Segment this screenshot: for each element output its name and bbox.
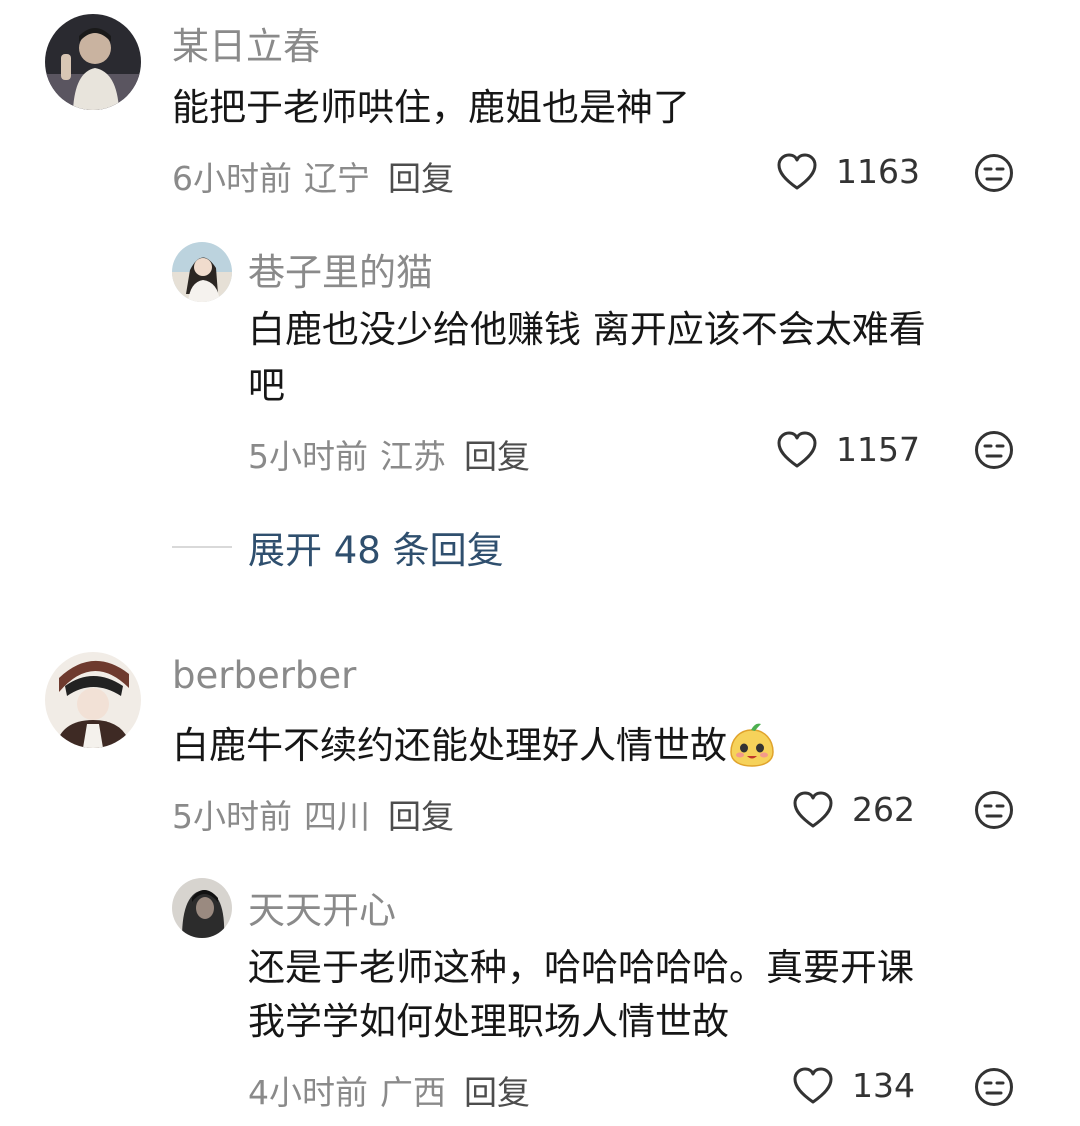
divider: [172, 546, 232, 548]
avatar[interactable]: [45, 652, 141, 748]
dislike-button[interactable]: [974, 153, 1014, 197]
comment-text-content: 白鹿牛不续约还能处理好人情世故: [172, 724, 727, 767]
expand-replies-link[interactable]: 展开 48 条回复: [172, 520, 504, 574]
comment-text: 白鹿牛不续约还能处理好人情世故: [172, 718, 775, 784]
heart-outline-icon: [793, 1067, 833, 1103]
reply-time: 4小时前: [248, 1073, 368, 1112]
reply-like-count: 1157: [836, 430, 920, 469]
reply-text-line2: 我学学如何处理职场人情世故: [248, 1000, 729, 1043]
comment-time: 5小时前: [172, 797, 292, 836]
reply-location: 广西: [380, 1073, 446, 1112]
reply-button[interactable]: 回复: [388, 790, 454, 838]
reply-reply-button[interactable]: 回复: [464, 430, 530, 478]
reply-dislike-button[interactable]: [974, 1067, 1014, 1111]
reply-like-count: 134: [852, 1066, 915, 1105]
reply-text-line2: 吧: [248, 364, 285, 407]
reply-meta: 4小时前 广西 回复: [248, 1066, 530, 1114]
mango-emoji-icon: [729, 722, 775, 784]
comment-location: 四川: [304, 797, 370, 836]
reply-meta: 5小时前 江苏 回复: [248, 430, 530, 478]
reply-username[interactable]: 巷子里的猫: [248, 242, 433, 296]
expand-replies-label: 展开 48 条回复: [248, 529, 504, 572]
reply-username[interactable]: 天天开心: [248, 880, 396, 934]
heart-outline-icon: [777, 153, 817, 189]
reply-avatar[interactable]: [172, 242, 232, 302]
neutral-face-icon: [975, 431, 1013, 469]
reply-location: 江苏: [380, 437, 446, 476]
heart-outline-icon: [793, 791, 833, 827]
like-count: 1163: [836, 152, 920, 191]
reply-dislike-button[interactable]: [974, 430, 1014, 474]
comment-username[interactable]: berberber: [172, 654, 356, 697]
neutral-face-icon: [975, 154, 1013, 192]
comment-meta: 5小时前 四川 回复: [172, 790, 454, 838]
avatar[interactable]: [45, 14, 141, 110]
neutral-face-icon: [975, 791, 1013, 829]
reply-text-line1: 白鹿也没少给他赚钱 离开应该不会太难看: [248, 308, 926, 351]
heart-outline-icon: [777, 431, 817, 467]
reply-button[interactable]: 回复: [388, 152, 454, 200]
comment-text: 能把于老师哄住，鹿姐也是神了: [172, 86, 690, 129]
reply-like-button[interactable]: 1157: [776, 430, 920, 469]
comment-meta: 6小时前 辽宁 回复: [172, 152, 454, 200]
reply-reply-button[interactable]: 回复: [464, 1066, 530, 1114]
reply-time: 5小时前: [248, 437, 368, 476]
reply-avatar[interactable]: [172, 878, 232, 938]
comment-username[interactable]: 某日立春: [172, 16, 320, 70]
comment-location: 辽宁: [304, 159, 370, 198]
like-button[interactable]: 1163: [776, 152, 920, 191]
comment-time: 6小时前: [172, 159, 292, 198]
like-count: 262: [852, 790, 915, 829]
reply-text-line1: 还是于老师这种，哈哈哈哈哈。真要开课: [248, 946, 914, 989]
neutral-face-icon: [975, 1068, 1013, 1106]
reply-like-button[interactable]: 134: [792, 1066, 915, 1105]
like-button[interactable]: 262: [792, 790, 915, 829]
dislike-button[interactable]: [974, 790, 1014, 834]
